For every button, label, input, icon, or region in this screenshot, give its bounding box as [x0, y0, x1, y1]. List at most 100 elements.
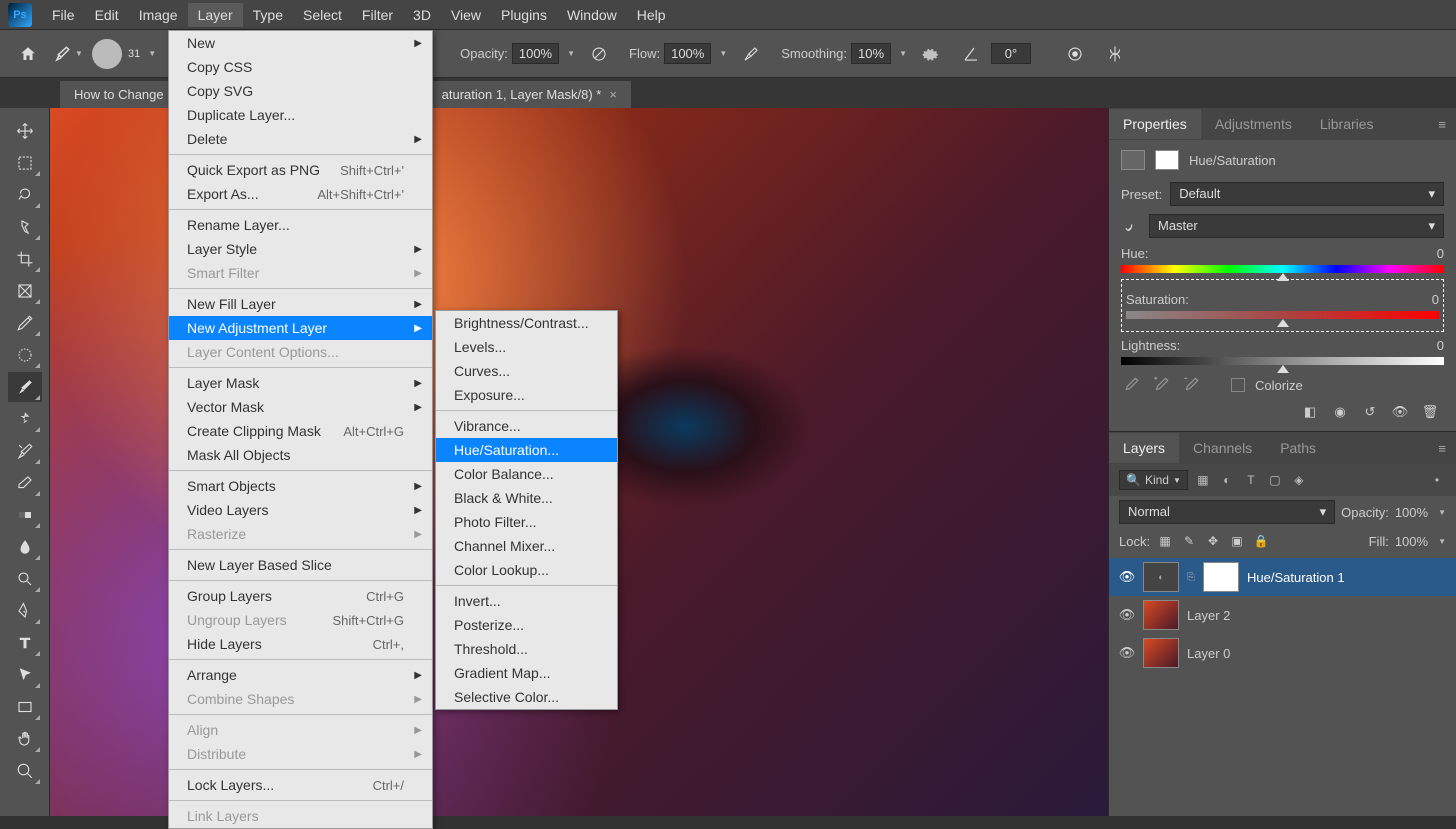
menu-item-group-layers[interactable]: Group LayersCtrl+G [169, 584, 432, 608]
menu-item-brightness-contrast-[interactable]: Brightness/Contrast... [436, 311, 617, 335]
zoom-tool[interactable] [8, 756, 42, 786]
visibility-eye-icon[interactable]: 👁 [1119, 607, 1135, 623]
menu-item-mask-all-objects[interactable]: Mask All Objects [169, 443, 432, 467]
airbrush-icon[interactable] [735, 38, 767, 70]
clip-toggle-icon[interactable]: ◧ [1300, 403, 1320, 421]
filter-shape-icon[interactable]: ▢ [1266, 471, 1284, 489]
lasso-tool[interactable] [8, 180, 42, 210]
target-adjust-icon[interactable] [1121, 216, 1141, 236]
menu-item-new-adjustment-layer[interactable]: New Adjustment Layer▶ [169, 316, 432, 340]
menu-item-exposure-[interactable]: Exposure... [436, 383, 617, 407]
menu-filter[interactable]: Filter [352, 3, 403, 27]
filter-type-icon[interactable]: T [1242, 471, 1260, 489]
menu-item-new-layer-based-slice[interactable]: New Layer Based Slice [169, 553, 432, 577]
menu-item-copy-css[interactable]: Copy CSS [169, 55, 432, 79]
libraries-tab[interactable]: Libraries [1306, 109, 1388, 139]
adjustments-tab[interactable]: Adjustments [1201, 109, 1306, 139]
menu-item-gradient-map-[interactable]: Gradient Map... [436, 661, 617, 685]
menu-item-duplicate-layer-[interactable]: Duplicate Layer... [169, 103, 432, 127]
menu-item-export-as-[interactable]: Export As...Alt+Shift+Ctrl+' [169, 182, 432, 206]
menu-item-color-lookup-[interactable]: Color Lookup... [436, 558, 617, 582]
brush-tool-icon[interactable]: ▼ [52, 38, 84, 70]
type-tool[interactable] [8, 628, 42, 658]
lock-position-icon[interactable]: ✥ [1204, 532, 1222, 550]
layers-menu-icon[interactable]: ≡ [1428, 441, 1456, 456]
hue-slider[interactable] [1121, 265, 1444, 273]
layer-filter-kind[interactable]: 🔍 Kind ▼ [1119, 470, 1188, 490]
menu-help[interactable]: Help [627, 3, 676, 27]
menu-item-smart-objects[interactable]: Smart Objects▶ [169, 474, 432, 498]
home-icon[interactable] [12, 38, 44, 70]
visibility-eye-icon[interactable]: 👁 [1119, 569, 1135, 585]
menu-item-copy-svg[interactable]: Copy SVG [169, 79, 432, 103]
menu-item-new-fill-layer[interactable]: New Fill Layer▶ [169, 292, 432, 316]
menu-select[interactable]: Select [293, 3, 352, 27]
menu-item-curves-[interactable]: Curves... [436, 359, 617, 383]
close-icon[interactable]: × [609, 87, 617, 102]
trash-icon[interactable]: 🗑 [1420, 403, 1440, 421]
saturation-value[interactable]: 0 [1432, 292, 1439, 307]
menu-item-layer-style[interactable]: Layer Style▶ [169, 237, 432, 261]
menu-window[interactable]: Window [557, 3, 627, 27]
lock-all-icon[interactable]: 🔒 [1252, 532, 1270, 550]
menu-plugins[interactable]: Plugins [491, 3, 557, 27]
menu-file[interactable]: File [42, 3, 85, 27]
eyedropper-icon[interactable] [1121, 375, 1141, 395]
filter-toggle-icon[interactable]: • [1428, 471, 1446, 489]
menu-image[interactable]: Image [129, 3, 188, 27]
filter-adjust-icon[interactable]: ◐ [1218, 471, 1236, 489]
reset-icon[interactable]: ↺ [1360, 403, 1380, 421]
menu-item-hue-saturation-[interactable]: Hue/Saturation... [436, 438, 617, 462]
menu-item-vibrance-[interactable]: Vibrance... [436, 414, 617, 438]
fill-value[interactable]: 100% [1395, 534, 1428, 549]
rectangle-tool[interactable] [8, 692, 42, 722]
healing-tool[interactable] [8, 340, 42, 370]
smoothing-value[interactable]: 10% [851, 43, 891, 64]
menu-item-channel-mixer-[interactable]: Channel Mixer... [436, 534, 617, 558]
flow-value[interactable]: 100% [664, 43, 711, 64]
frame-tool[interactable] [8, 276, 42, 306]
lightness-slider[interactable] [1121, 357, 1444, 365]
path-select-tool[interactable] [8, 660, 42, 690]
paths-tab[interactable]: Paths [1266, 433, 1330, 463]
lock-artboard-icon[interactable]: ▣ [1228, 532, 1246, 550]
menu-edit[interactable]: Edit [85, 3, 129, 27]
menu-item-layer-mask[interactable]: Layer Mask▶ [169, 371, 432, 395]
angle-value[interactable]: 0° [991, 43, 1031, 64]
history-brush-tool[interactable] [8, 436, 42, 466]
visibility-eye-icon[interactable]: 👁 [1119, 645, 1135, 661]
menu-item-vector-mask[interactable]: Vector Mask▶ [169, 395, 432, 419]
eyedropper-plus-icon[interactable] [1151, 375, 1171, 395]
menu-item-new[interactable]: New▶ [169, 31, 432, 55]
symmetry-icon[interactable] [1099, 38, 1131, 70]
gear-icon[interactable] [915, 38, 947, 70]
move-tool[interactable] [8, 116, 42, 146]
menu-item-rename-layer-[interactable]: Rename Layer... [169, 213, 432, 237]
blend-mode-select[interactable]: Normal▾ [1119, 500, 1335, 524]
menu-item-invert-[interactable]: Invert... [436, 589, 617, 613]
dodge-tool[interactable] [8, 564, 42, 594]
menu-layer[interactable]: Layer [188, 3, 243, 27]
eraser-tool[interactable] [8, 468, 42, 498]
menu-item-threshold-[interactable]: Threshold... [436, 637, 617, 661]
lock-image-icon[interactable]: ✎ [1180, 532, 1198, 550]
brush-size-control[interactable]: 31 ▼ [92, 39, 156, 69]
gradient-tool[interactable] [8, 500, 42, 530]
crop-tool[interactable] [8, 244, 42, 274]
preset-select[interactable]: Default▾ [1170, 182, 1444, 206]
lightness-value[interactable]: 0 [1437, 338, 1444, 353]
menu-item-video-layers[interactable]: Video Layers▶ [169, 498, 432, 522]
view-previous-icon[interactable]: ◉ [1330, 403, 1350, 421]
menu-item-levels-[interactable]: Levels... [436, 335, 617, 359]
menu-item-photo-filter-[interactable]: Photo Filter... [436, 510, 617, 534]
colorize-checkbox[interactable] [1231, 378, 1245, 392]
layer-opacity-value[interactable]: 100% [1395, 505, 1428, 520]
filter-pixel-icon[interactable]: ▦ [1194, 471, 1212, 489]
hue-value[interactable]: 0 [1437, 246, 1444, 261]
menu-item-quick-export-as-png[interactable]: Quick Export as PNGShift+Ctrl+' [169, 158, 432, 182]
hand-tool[interactable] [8, 724, 42, 754]
menu-item-create-clipping-mask[interactable]: Create Clipping MaskAlt+Ctrl+G [169, 419, 432, 443]
angle-icon[interactable] [955, 38, 987, 70]
menu-item-arrange[interactable]: Arrange▶ [169, 663, 432, 687]
layer-row[interactable]: 👁Layer 2 [1109, 596, 1456, 634]
